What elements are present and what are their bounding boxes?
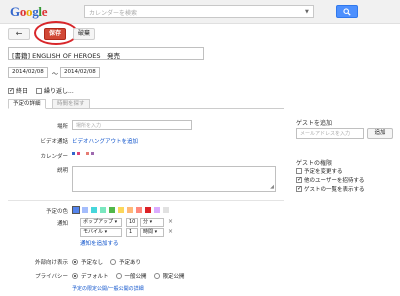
privacy-private-radio[interactable] <box>153 273 160 279</box>
add-guest-button[interactable]: 追加 <box>367 128 393 139</box>
add-reminder-link[interactable]: 通知を追加する <box>80 239 119 247</box>
google-logo[interactable]: Google <box>10 4 48 20</box>
highlight-circle <box>34 21 78 45</box>
remove-reminder-button[interactable]: × <box>168 218 173 225</box>
allday-label: 終日 <box>16 88 29 95</box>
color-swatch[interactable] <box>108 206 116 214</box>
calendar-label: カレンダー <box>40 154 68 160</box>
show-available-label: 予定なし <box>81 260 104 266</box>
reminder-unit-select[interactable]: 時間 ▾ <box>140 228 164 237</box>
date-separator: ～ <box>52 71 59 78</box>
resize-handle-icon[interactable]: ◢ <box>270 184 274 190</box>
reminder-unit-select[interactable]: 分 ▾ <box>140 218 164 227</box>
show-busy-radio[interactable] <box>110 259 117 265</box>
permission-seelist-row: ゲストの一覧を表示する <box>296 185 365 193</box>
privacy-group: デフォルト 一般公開 限定公開 <box>72 272 185 280</box>
calendar-owner-dot <box>91 152 94 155</box>
color-swatch[interactable] <box>99 206 107 214</box>
section-divider <box>8 200 284 201</box>
event-color-label: 予定の色 <box>45 209 68 215</box>
tab-find-time[interactable]: 時間を探す <box>52 99 90 109</box>
tab-divider <box>8 108 284 109</box>
color-swatch[interactable] <box>90 206 98 214</box>
guest-permissions-heading: ゲストの権限 <box>296 160 333 167</box>
location-input[interactable]: 場所を入力 <box>72 120 192 130</box>
privacy-public-radio[interactable] <box>115 273 122 279</box>
color-swatch[interactable] <box>135 206 143 214</box>
reminder-value-input[interactable]: 10 <box>126 218 138 227</box>
calendar-owner-dot <box>86 152 89 155</box>
color-swatch[interactable] <box>126 206 134 214</box>
privacy-label: プライバシー <box>35 274 68 280</box>
end-date-input[interactable]: 2014/02/08 <box>60 67 100 78</box>
permission-invite-checkbox[interactable] <box>296 176 302 183</box>
permission-seelist-label: ゲストの一覧を表示する <box>304 187 365 193</box>
remove-reminder-button[interactable]: × <box>168 228 173 235</box>
calendar-select[interactable] <box>72 152 94 155</box>
repeat-checkbox[interactable] <box>36 87 43 94</box>
back-button[interactable]: ← <box>8 28 30 40</box>
search-options-dropdown[interactable]: ▼ <box>305 9 309 15</box>
video-call-label: ビデオ通話 <box>40 139 68 145</box>
color-swatch[interactable] <box>144 206 152 214</box>
reminder-type-select[interactable]: ポップアップ ▾ <box>80 218 122 227</box>
color-swatch[interactable] <box>117 206 125 214</box>
color-swatch[interactable] <box>153 206 161 214</box>
guest-email-input[interactable]: メールアドレスを入力 <box>296 128 364 139</box>
color-swatch[interactable] <box>72 206 80 214</box>
calendar-search-input[interactable]: カレンダーを検索 <box>84 5 314 18</box>
event-title-input[interactable]: [書籍] ENGLISH OF HEROES 発売 <box>8 47 204 60</box>
discard-button[interactable]: 破棄 <box>73 28 95 40</box>
calendar-owner-dot <box>72 152 75 155</box>
permission-seelist-checkbox[interactable] <box>296 185 302 192</box>
privacy-public-label: 一般公開 <box>124 274 147 280</box>
permission-invite-label: 他のユーザーを招待する <box>304 178 365 184</box>
color-swatch[interactable] <box>81 206 89 214</box>
search-button[interactable] <box>336 5 358 18</box>
privacy-private-label: 限定公開 <box>162 274 185 280</box>
description-label: 説明 <box>56 168 68 174</box>
allday-checkbox[interactable] <box>8 87 14 94</box>
privacy-default-radio[interactable] <box>72 273 78 279</box>
privacy-default-label: デフォルト <box>81 274 109 280</box>
start-date-input[interactable]: 2014/02/08 <box>8 67 48 78</box>
privacy-details-link[interactable]: 予定の限定公開/一般公開の詳細 <box>72 285 144 292</box>
add-hangout-link[interactable]: ビデオハングアウトを追加 <box>72 137 138 145</box>
color-swatch[interactable] <box>162 206 170 214</box>
allday-repeat-row: 終日 繰り返し... <box>8 86 74 95</box>
show-me-as-label: 外部向け表示 <box>34 260 68 266</box>
calendar-owner-dot <box>77 152 80 155</box>
show-me-as-group: 予定なし 予定あり <box>72 258 141 266</box>
reminder-value-input[interactable]: 1 <box>126 228 138 237</box>
permission-invite-row: 他のユーザーを招待する <box>296 176 364 184</box>
repeat-label: 繰り返し... <box>44 88 74 95</box>
permission-modify-checkbox[interactable] <box>296 168 302 174</box>
search-icon <box>343 8 351 16</box>
description-textarea[interactable]: ◢ <box>72 166 276 192</box>
show-busy-label: 予定あり <box>119 260 142 266</box>
reminder-type-select[interactable]: モバイル ▾ <box>80 228 122 237</box>
tab-event-details[interactable]: 予定の詳細 <box>8 99 46 109</box>
location-label: 場所 <box>56 124 68 130</box>
add-guests-heading: ゲストを追加 <box>296 120 333 127</box>
reminders-label: 通知 <box>56 221 68 227</box>
permission-modify-label: 予定を変更する <box>304 169 343 175</box>
permission-modify-row: 予定を変更する <box>296 167 343 175</box>
show-available-radio[interactable] <box>72 259 78 265</box>
event-color-picker <box>72 206 170 214</box>
